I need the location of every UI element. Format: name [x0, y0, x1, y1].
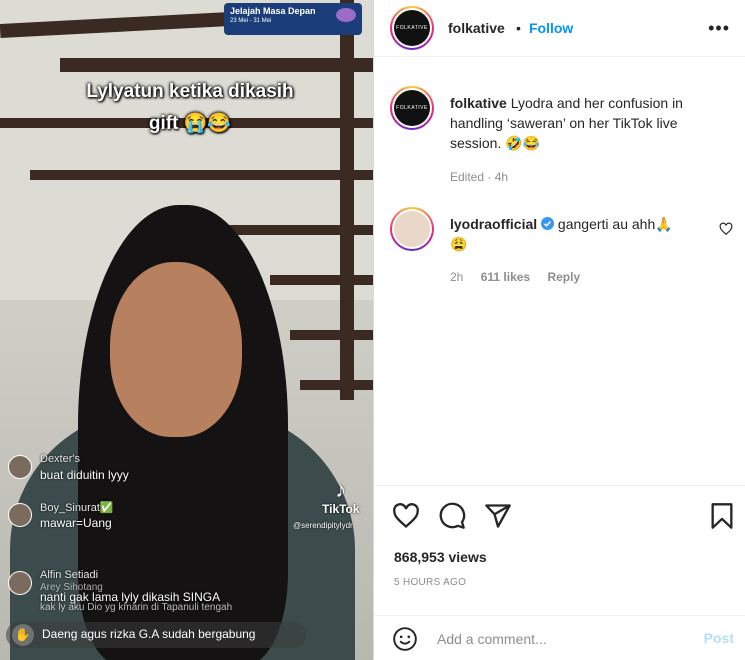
planet-icon: [336, 8, 356, 22]
tiktok-note-icon: ♪: [335, 477, 347, 502]
comment-username[interactable]: lyodraofficial: [450, 216, 537, 232]
promo-banner: Jelajah Masa Depan 23 Mei - 31 Mei: [224, 3, 362, 35]
video-caption-line: gift 😭😂: [148, 113, 232, 134]
video-caption: Lylyatun ketika dikasih gift 😭😂: [50, 76, 330, 140]
separator-dot: •: [516, 20, 521, 36]
live-comment-name: Boy_Sinurat✅: [40, 502, 114, 514]
tiktok-watermark: ♪ TikTok: [322, 477, 360, 517]
follow-button[interactable]: Follow: [529, 20, 573, 36]
caption-meta: Edited · 4h: [450, 170, 509, 184]
action-bar: 868,953 views 5 HOURS AGO: [374, 485, 745, 605]
live-comment-text: mawar=Uang: [40, 516, 112, 530]
wave-hand-icon: ✋: [12, 624, 34, 646]
caption-username[interactable]: folkative: [450, 95, 507, 111]
person-face: [110, 262, 242, 437]
heart-icon[interactable]: [392, 502, 420, 530]
tiktok-username: @serendipitylydr: [293, 521, 353, 530]
stair-beam: [270, 275, 373, 285]
avatar-logo: FOLKATIVE: [394, 10, 430, 46]
live-comment-text: buat diduitin lyyy: [40, 468, 129, 482]
stair-beam: [300, 380, 373, 390]
comment-emoji: 😩: [450, 236, 468, 252]
share-icon[interactable]: [484, 502, 512, 530]
tiktok-label: TikTok: [322, 502, 360, 516]
emoji-icon[interactable]: [392, 626, 418, 652]
post-video[interactable]: Jelajah Masa Depan 23 Mei - 31 Mei Lylya…: [0, 0, 373, 660]
comment-text: gangerti au ahh🙏: [557, 216, 673, 232]
bookmark-icon[interactable]: [708, 502, 736, 530]
live-comment-name: Dexter's: [40, 453, 80, 465]
post-panel: FOLKATIVE folkative • Follow ••• FOLKATI…: [373, 0, 745, 660]
view-count[interactable]: 868,953 views: [394, 549, 487, 565]
avatar: [8, 571, 32, 595]
avatar[interactable]: FOLKATIVE: [390, 6, 434, 50]
comment-input[interactable]: [437, 628, 677, 650]
avatar: [8, 503, 32, 527]
more-options-icon[interactable]: •••: [708, 18, 730, 39]
stair-post: [340, 0, 354, 400]
live-comment-name: Alfin Setiadi: [40, 569, 99, 581]
live-comment-text: kak ly aku Dio yg kmarin di Tapanuli ten…: [40, 602, 233, 613]
avatar[interactable]: FOLKATIVE: [390, 86, 434, 130]
post-timestamp[interactable]: 5 HOURS AGO: [394, 577, 466, 588]
join-notification-text: Daeng agus rizka G.A sudah bergabung: [42, 627, 256, 641]
stair-beam: [290, 330, 373, 340]
add-comment-bar: Post: [374, 615, 745, 660]
comment-icon[interactable]: [438, 502, 466, 530]
comment-time: 2h: [450, 270, 464, 284]
live-comment-name: Arey Sihotang: [40, 582, 103, 593]
post-header: FOLKATIVE folkative • Follow •••: [374, 0, 745, 57]
comment-likes[interactable]: 611 likes: [481, 270, 530, 284]
stair-beam: [30, 170, 373, 180]
avatar: [8, 455, 32, 479]
verified-badge-icon: [541, 217, 555, 230]
post-caption: folkative Lyodra and her confusion in ha…: [450, 93, 730, 187]
header-username[interactable]: folkative: [448, 20, 505, 36]
post-button[interactable]: Post: [704, 630, 734, 646]
join-notification: ✋ Daeng agus rizka G.A sudah bergabung: [6, 622, 306, 648]
comment-meta: 2h 611 likes Reply: [450, 267, 710, 287]
stair-beam: [60, 58, 373, 72]
heart-icon[interactable]: [719, 222, 733, 236]
avatar-logo: FOLKATIVE: [394, 90, 430, 126]
comment: lyodraofficial gangerti au ahh🙏 😩 2h 611…: [450, 214, 710, 287]
reply-button[interactable]: Reply: [547, 270, 580, 284]
avatar[interactable]: [390, 207, 434, 251]
video-caption-line: Lylyatun ketika dikasih: [86, 81, 294, 102]
avatar-photo: [394, 211, 430, 247]
